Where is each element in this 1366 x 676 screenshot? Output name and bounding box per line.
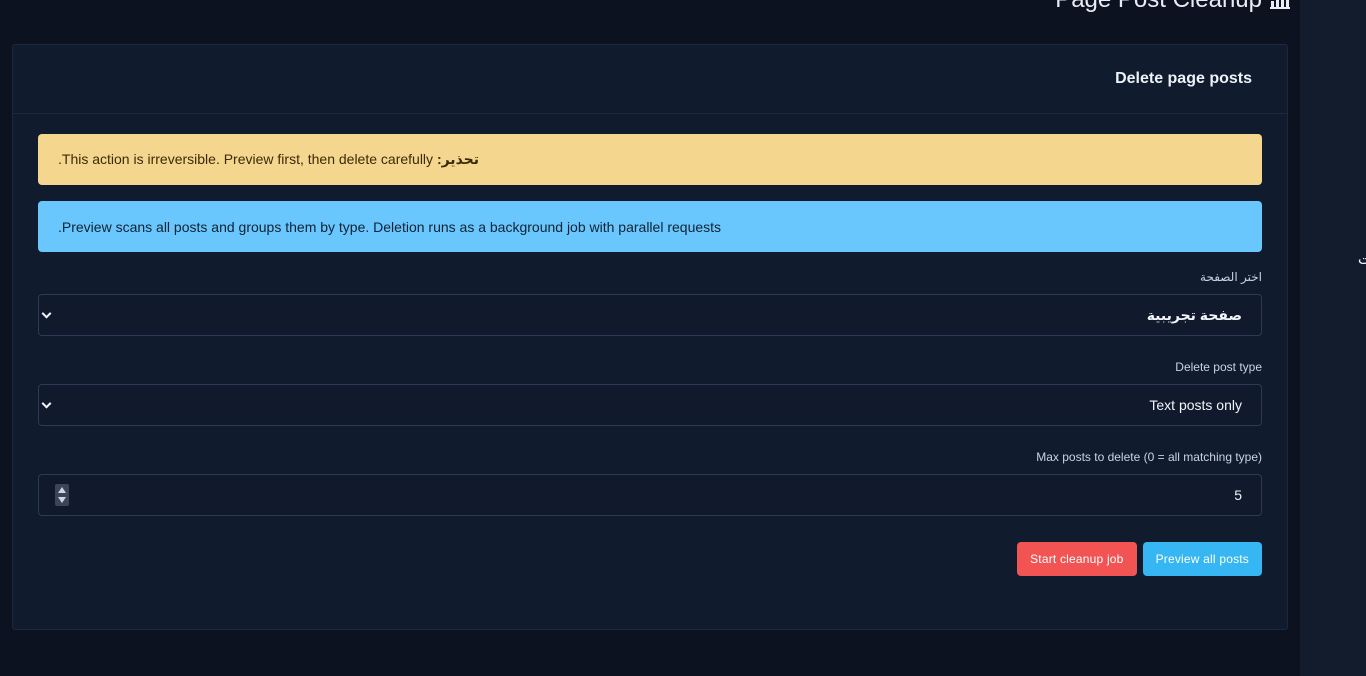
chevron-down-icon xyxy=(41,308,52,319)
sidebar-item-label[interactable]: ت xyxy=(1358,250,1366,268)
bar-chart-icon xyxy=(1270,0,1290,9)
post-type-select[interactable]: Text posts only xyxy=(38,384,1262,426)
page-select-group: اختر الصفحة صفحة تجريبية xyxy=(38,270,1262,336)
page-select[interactable]: صفحة تجريبية xyxy=(38,294,1262,336)
start-cleanup-button[interactable]: Start cleanup job xyxy=(1017,542,1137,576)
warning-alert: تحذير: This action is irreversible. Prev… xyxy=(38,134,1262,185)
max-posts-label: Max posts to delete (0 = all matching ty… xyxy=(1036,450,1262,464)
card-body: تحذير: This action is irreversible. Prev… xyxy=(13,114,1287,576)
max-posts-value: 5 xyxy=(1234,487,1242,503)
warning-text: This action is irreversible. Preview fir… xyxy=(58,151,434,167)
spin-up-icon[interactable] xyxy=(58,487,66,493)
right-sidebar: ت xyxy=(1300,0,1366,676)
preview-posts-button[interactable]: Preview all posts xyxy=(1142,542,1262,576)
post-type-label: Delete post type xyxy=(1175,360,1262,374)
page-select-value: صفحة تجريبية xyxy=(1146,306,1242,323)
spin-down-icon[interactable] xyxy=(58,497,66,503)
warning-label: تحذير: xyxy=(436,151,479,167)
action-buttons: Start cleanup job Preview all posts xyxy=(38,542,1262,576)
card-title: Delete page posts xyxy=(1115,70,1252,87)
page-title-text: Page Post Cleanup xyxy=(1055,0,1262,14)
post-type-value: Text posts only xyxy=(1149,397,1242,413)
page-title: Page Post Cleanup xyxy=(1055,0,1290,14)
max-posts-group: Max posts to delete (0 = all matching ty… xyxy=(38,450,1262,516)
number-spinner[interactable] xyxy=(55,484,69,506)
info-text: Preview scans all posts and groups them … xyxy=(58,218,722,235)
page-select-label: اختر الصفحة xyxy=(1200,270,1262,284)
card-header: Delete page posts xyxy=(13,45,1287,114)
post-type-group: Delete post type Text posts only xyxy=(38,360,1262,426)
cleanup-card: Delete page posts تحذير: This action is … xyxy=(12,44,1288,630)
chevron-down-icon xyxy=(41,398,52,409)
max-posts-input[interactable]: 5 xyxy=(38,474,1262,516)
info-alert: Preview scans all posts and groups them … xyxy=(38,201,1262,252)
